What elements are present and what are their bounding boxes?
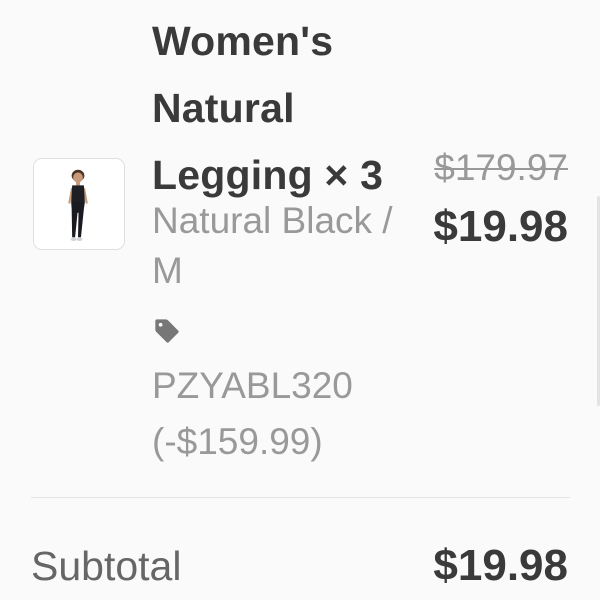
discount-code: PZYABL320 bbox=[152, 365, 353, 406]
subtotal-value: $19.98 bbox=[433, 541, 568, 590]
order-summary-panel: Women's Natural Legging × 3 Natural Blac… bbox=[0, 0, 600, 600]
discount-amount: (-$159.99) bbox=[152, 421, 323, 462]
final-price: $19.98 bbox=[433, 202, 568, 251]
divider bbox=[31, 497, 570, 498]
subtotal-label: Subtotal bbox=[31, 543, 182, 589]
product-photo-icon bbox=[34, 159, 124, 249]
tag-icon bbox=[155, 319, 179, 343]
product-variant: Natural Black / M bbox=[152, 200, 393, 291]
product-thumbnail bbox=[33, 158, 125, 250]
original-price: $179.97 bbox=[434, 147, 568, 188]
product-title: Women's Natural Legging × 3 bbox=[152, 18, 384, 198]
